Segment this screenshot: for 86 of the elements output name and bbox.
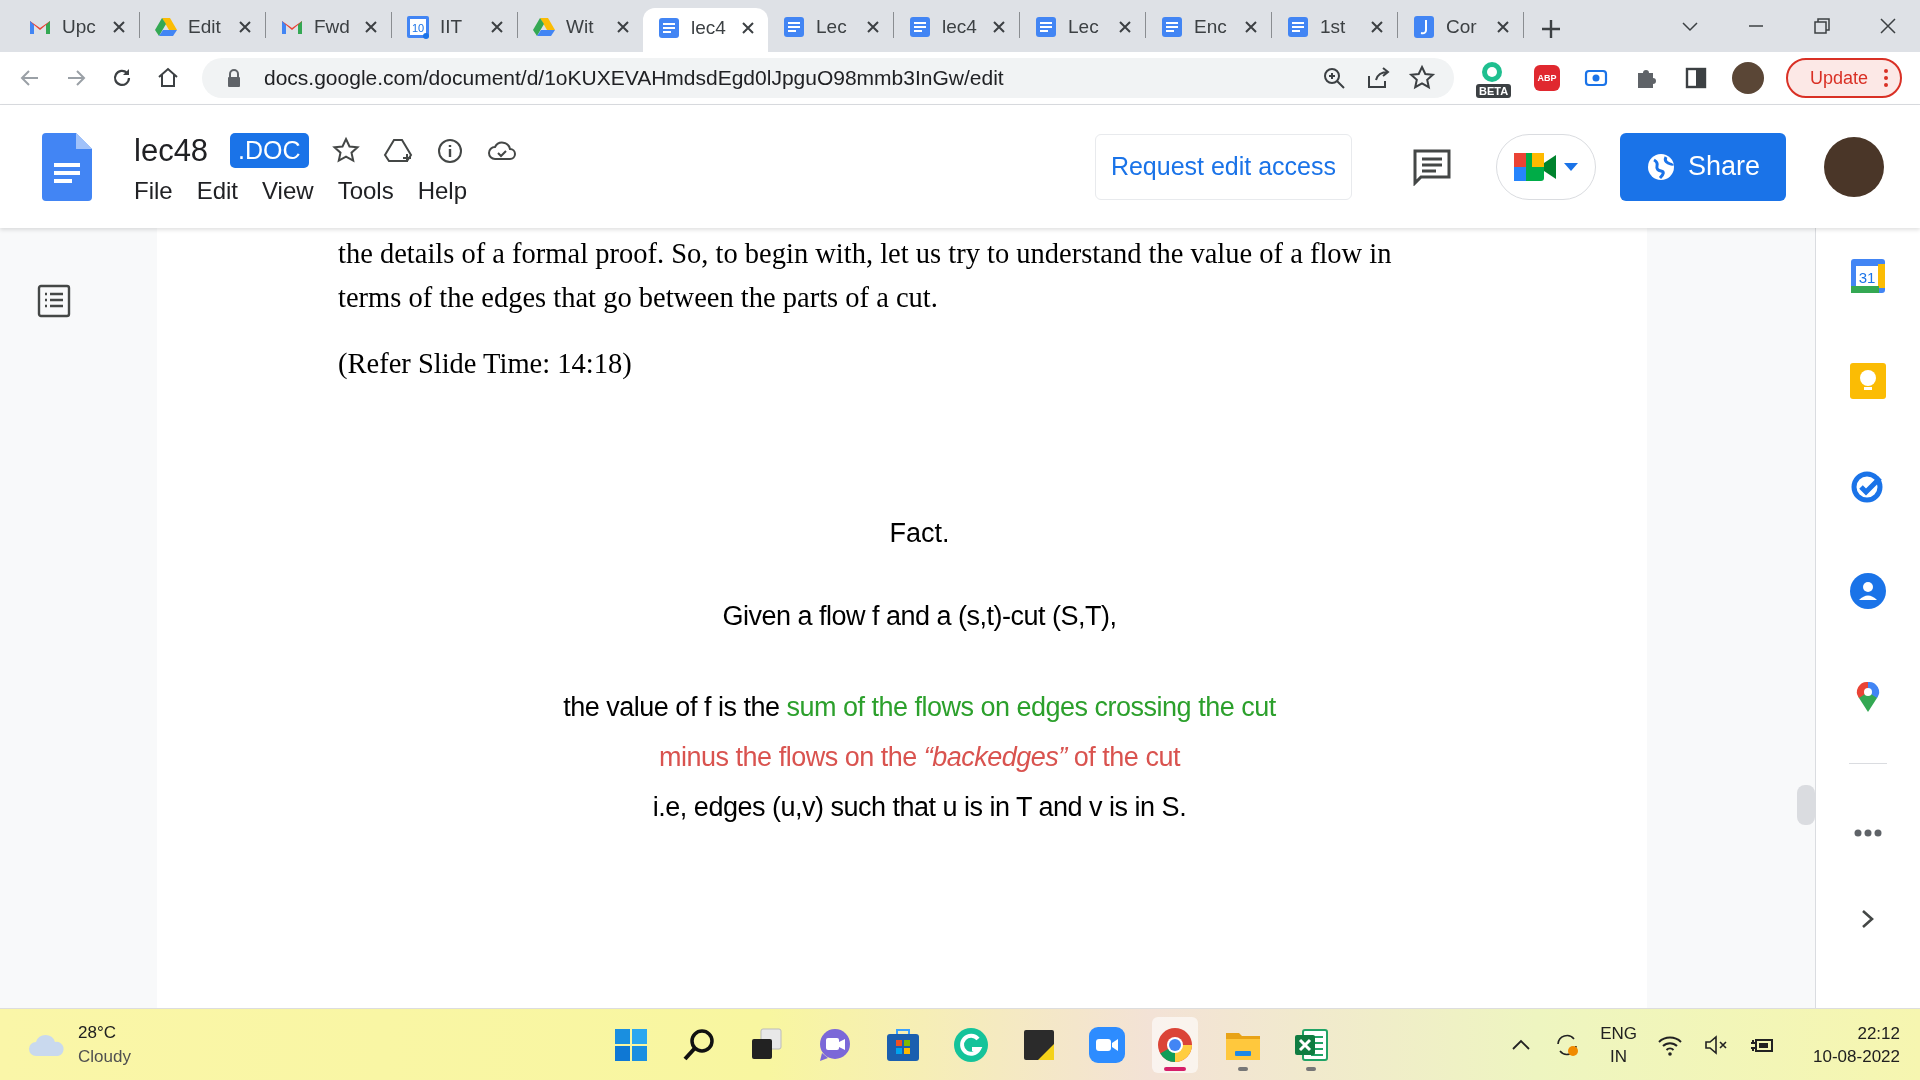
close-icon[interactable] [1118,20,1132,34]
windows-icon [613,1026,649,1063]
document-icon [908,15,932,39]
extension-icon[interactable]: BETA [1475,58,1512,98]
plus-icon[interactable] [1540,18,1562,40]
close-icon[interactable] [616,20,630,34]
comment-icon[interactable] [1412,147,1452,186]
browser-icon [1157,1026,1193,1063]
g-circle-icon [953,1026,989,1063]
address-bar[interactable]: docs.google.com/document/d/1oKUXEVAHmdsdEgd0lJpguO98mmb3InGw/edit [202,58,1454,98]
close-icon[interactable] [364,20,378,34]
triangle-icon [154,15,178,39]
video-camera-icon [1514,150,1558,183]
more-icon [1884,69,1888,87]
close-icon[interactable] [238,20,252,34]
weather-condition: Cloudy [78,1045,131,1068]
close-icon[interactable] [866,20,880,34]
close-icon[interactable] [112,20,126,34]
search-icon [681,1026,717,1063]
beta-badge: BETA [1475,84,1512,98]
chat-icon [817,1026,853,1063]
browser-tab[interactable]: lec4 [894,8,1019,52]
calendar-icon[interactable]: 31 [1850,258,1886,294]
url-text: docs.google.com/document/d/1oKUXEVAHmdsdEgd0lJpguO98mmb3InGw/edit [264,66,1005,90]
restore-icon[interactable] [1812,16,1832,36]
video-camera-icon [1089,1026,1125,1063]
document-icon [782,15,806,39]
browser-tab[interactable]: 1st [1272,8,1397,52]
browser-tab[interactable]: Wit [518,8,643,52]
outline-icon[interactable] [37,284,71,318]
browser-tab[interactable]: Cor [1398,8,1523,52]
browser-tab[interactable]: lec4 [643,8,768,52]
person-icon[interactable] [1850,573,1886,609]
language-indicator[interactable]: ENG [1600,1021,1638,1045]
menu-item[interactable]: File [134,174,185,207]
close-icon[interactable] [741,21,755,35]
browser-tab[interactable]: Edit [140,8,265,52]
clock-date[interactable]: 10-08-2022 [1813,1044,1900,1068]
clock-time[interactable]: 22:12 [1857,1021,1900,1045]
document-icon [1160,15,1184,39]
triangle-icon [532,15,556,39]
menu-item[interactable]: Help [405,174,479,207]
scrollbar-thumb[interactable] [1797,785,1815,825]
document-title[interactable]: lec48 [134,132,209,169]
close-icon[interactable] [1878,16,1898,36]
close-icon[interactable] [1244,20,1258,34]
browser-tab[interactable]: Lec [1020,8,1145,52]
star-icon[interactable] [1407,64,1436,92]
store-icon [885,1026,921,1063]
home-icon[interactable] [156,66,180,90]
globe-icon [1645,151,1676,182]
text-line: the details of a formal proof. So, to begin with, let us try to understand the value of a flow in [338,237,1393,271]
update-button[interactable]: Update [1785,58,1902,98]
temperature: 28°C [78,1021,117,1044]
slide-statement: the value of f is the sum of the flows on edges crossing the cut minus the flows on the “backedges” of the cut i.e, edges (u,v) such that u is in T and v is in S. [563,691,1276,824]
text-line: terms of the edges that go between the parts of a cut. [338,281,939,315]
document-icon[interactable] [42,132,92,201]
letter-icon [1412,15,1436,39]
menu-item[interactable]: View [250,174,326,207]
slide-heading: Fact. [889,518,950,549]
document-icon [657,16,681,40]
adblock-button[interactable]: ABP [1533,65,1560,91]
region-indicator[interactable]: IN [1610,1044,1628,1068]
paragraph: (Refer Slide Time: 14:18) [338,347,633,381]
slide-text: Given a flow f and a (s,t)-cut (S,T), [722,601,1117,632]
document-icon [1034,15,1058,39]
calendar-icon: 10 [406,15,430,39]
document-icon [1286,15,1310,39]
browser-tab[interactable]: Enc [1146,8,1271,52]
avatar[interactable] [1731,62,1764,94]
share-button[interactable]: Share [1620,132,1786,201]
browser-tab[interactable]: Fwd [266,8,391,52]
menu-item[interactable]: Tools [325,174,406,207]
spreadsheet-icon [1293,1026,1329,1063]
close-icon[interactable] [490,20,504,34]
more-icon[interactable] [1853,828,1883,838]
browser-tab[interactable]: Lec [768,8,893,52]
close-icon[interactable] [1370,20,1384,34]
request-edit-access-button[interactable]: Request edit access [1094,133,1352,200]
browser-tab[interactable]: 10 IIT [392,8,517,52]
file-type-badge: .DOC [230,133,309,168]
menu-item[interactable]: Edit [184,174,251,207]
close-icon[interactable] [992,20,1006,34]
browser-tab[interactable]: Upc [14,8,139,52]
caret-icon [1564,162,1578,171]
close-icon[interactable] [1496,20,1510,34]
